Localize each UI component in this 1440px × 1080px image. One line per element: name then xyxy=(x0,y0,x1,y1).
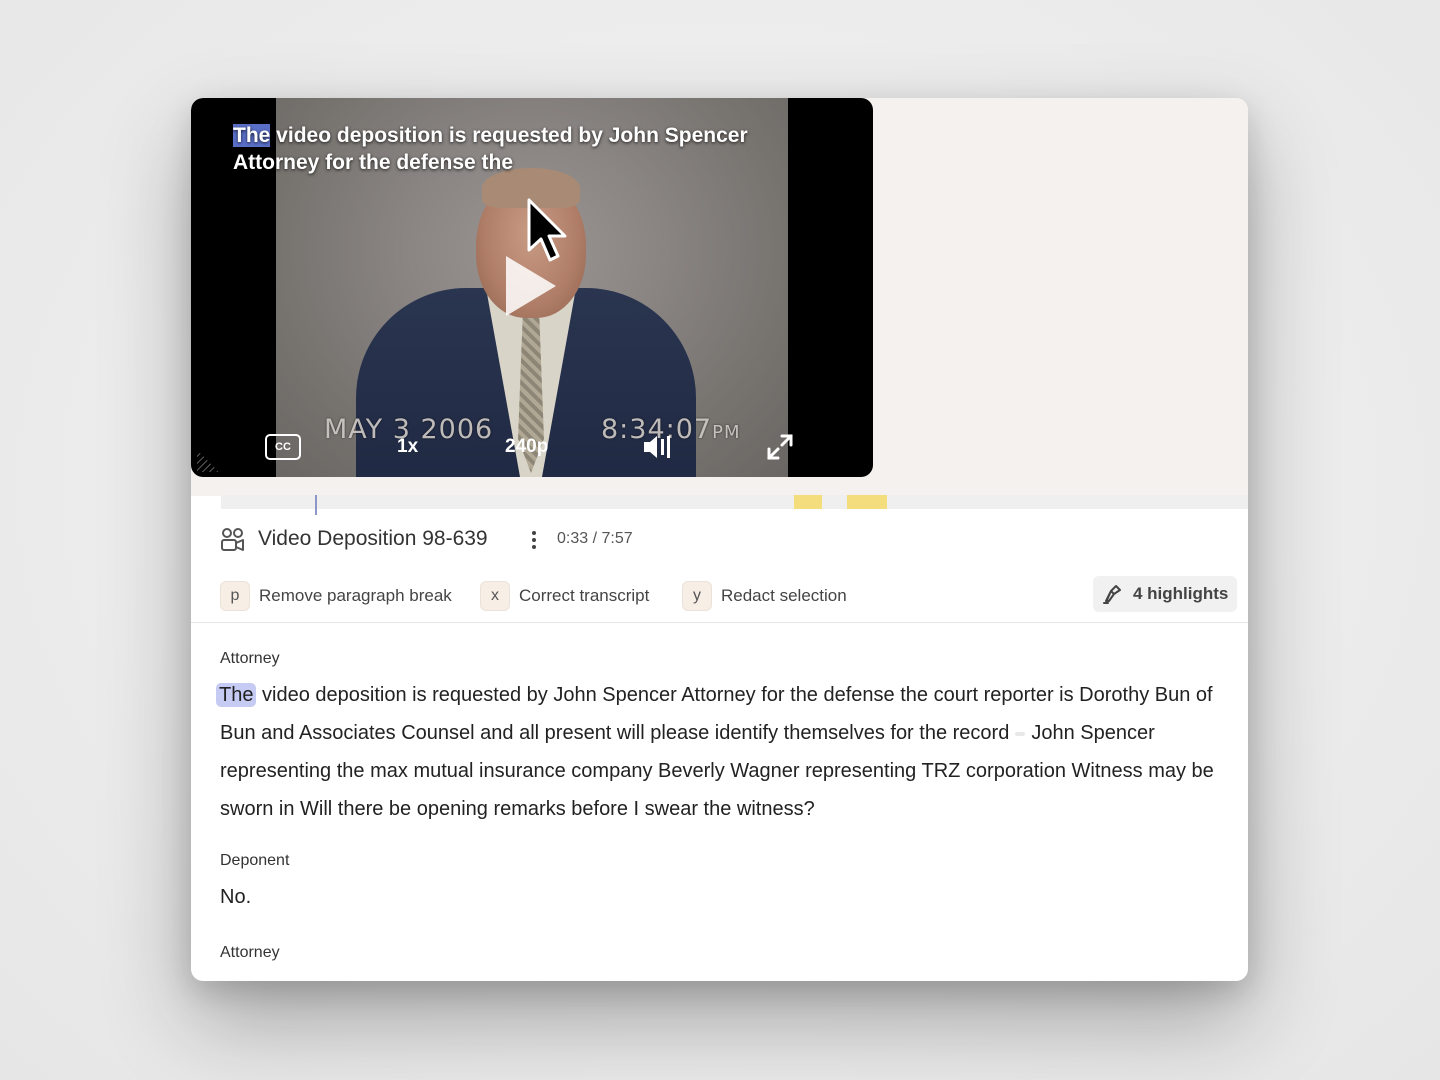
highlights-button[interactable]: 4 highlights xyxy=(1093,576,1237,612)
video-caption: The video deposition is requested by Joh… xyxy=(233,122,753,176)
timeline-scrubber[interactable] xyxy=(221,495,1248,515)
fullscreen-icon[interactable] xyxy=(765,432,795,462)
shortcut-label: Redact selection xyxy=(721,586,847,605)
current-word-highlight[interactable]: The xyxy=(216,683,257,707)
speaker-label: Deponent xyxy=(220,852,290,869)
page-title: Video Deposition 98-639 xyxy=(258,527,488,550)
shortcut-label: Correct transcript xyxy=(519,586,650,605)
caption-text: video deposition is requested by John Sp… xyxy=(233,124,748,174)
app-window: MAY 3 2006 8:34:07PM The video depositio… xyxy=(191,98,1248,981)
volume-icon[interactable] xyxy=(641,432,673,462)
people-icon xyxy=(221,528,244,551)
stage: MAY 3 2006 8:34:07PM The video depositio… xyxy=(0,0,1440,1080)
shortcut-label: Remove paragraph break xyxy=(259,586,452,605)
transcript: Attorney The video deposition is request… xyxy=(216,650,1230,970)
cc-icon[interactable]: CC xyxy=(265,434,301,460)
shortcut-key: p xyxy=(220,581,250,611)
more-options-icon[interactable] xyxy=(527,528,541,552)
transcript-header: Video Deposition 98-639 0:33 / 7:57 p Re… xyxy=(191,509,1248,623)
video-controls: CC 1x 240p xyxy=(191,428,873,468)
correct-transcript-button[interactable]: x Correct transcript xyxy=(480,581,649,611)
quality-button[interactable]: 240p xyxy=(505,436,548,458)
shortcut-key: y xyxy=(682,581,712,611)
timeline-highlight-marker[interactable] xyxy=(794,495,822,509)
speaker-label: Attorney xyxy=(220,944,280,961)
speaker-label: Attorney xyxy=(220,650,280,667)
highlighter-icon xyxy=(1103,585,1121,604)
timecode: 0:33 / 7:57 xyxy=(557,530,633,547)
remove-paragraph-break-button[interactable]: p Remove paragraph break xyxy=(220,581,452,611)
transcript-paragraph[interactable]: No. xyxy=(220,878,1230,916)
video-player[interactable]: MAY 3 2006 8:34:07PM The video depositio… xyxy=(191,98,873,477)
redact-selection-button[interactable]: y Redact selection xyxy=(682,581,847,611)
video-area: MAY 3 2006 8:34:07PM The video depositio… xyxy=(191,98,1248,496)
shortcut-key: x xyxy=(480,581,510,611)
speed-button[interactable]: 1x xyxy=(397,436,418,458)
paragraph-break-marker[interactable] xyxy=(1015,731,1026,736)
cursor-icon xyxy=(527,198,567,262)
highlights-label: 4 highlights xyxy=(1133,584,1229,603)
transcript-paragraph[interactable]: The video deposition is requested by Joh… xyxy=(216,676,1230,828)
caption-highlight-word: The xyxy=(233,124,271,147)
timeline-highlight-marker[interactable] xyxy=(847,495,887,509)
